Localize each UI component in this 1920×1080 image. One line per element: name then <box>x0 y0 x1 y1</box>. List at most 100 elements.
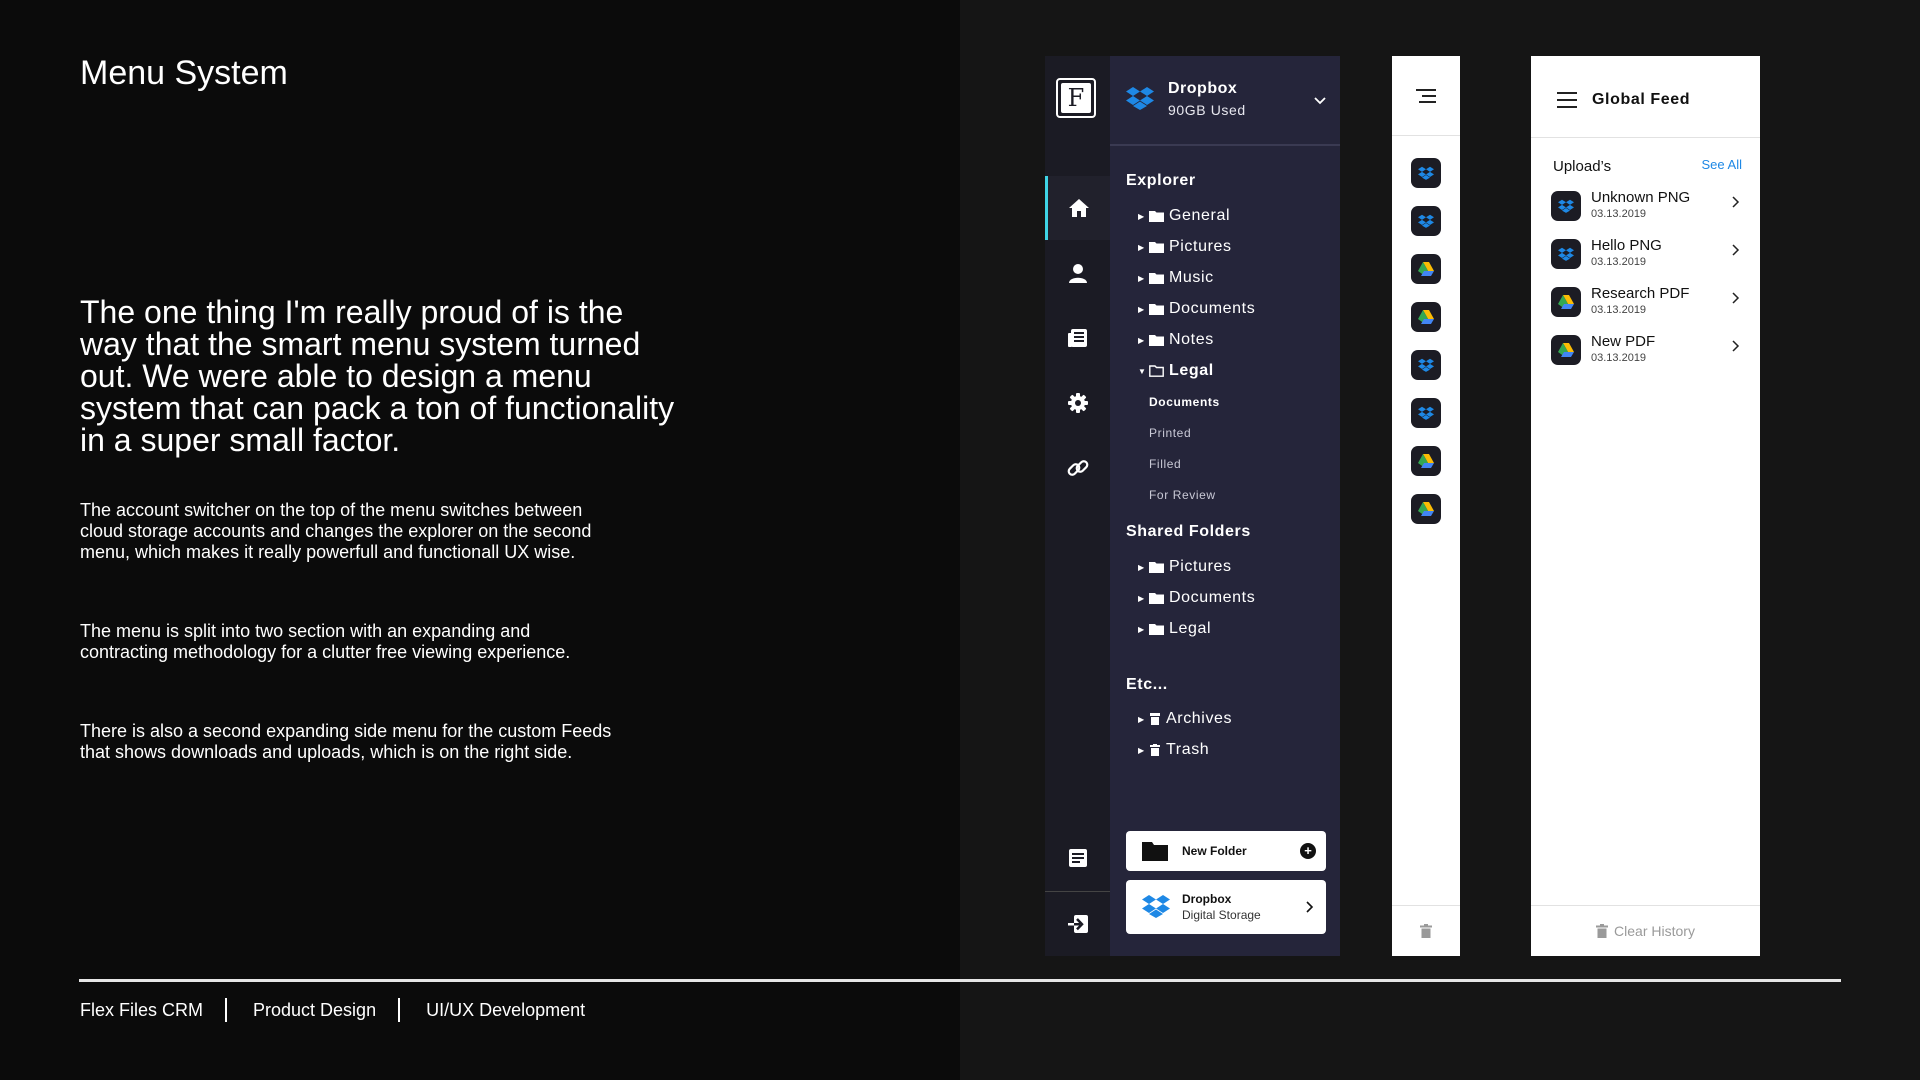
feed-item[interactable]: Hello PNG 03.13.2019 <box>1551 235 1746 275</box>
legal-sub-printed[interactable]: Printed <box>1149 426 1191 440</box>
folder-label: Documents <box>1169 589 1256 606</box>
folder-legal-expanded[interactable]: ▼ Legal <box>1138 362 1214 380</box>
storage-account-button[interactable]: Dropbox Digital Storage <box>1126 880 1326 934</box>
gear-icon[interactable] <box>1045 371 1110 435</box>
folder-icon <box>1149 210 1164 222</box>
trash-icon[interactable] <box>1392 905 1460 956</box>
etc-archives[interactable]: ▶ Archives <box>1138 710 1232 728</box>
folder-icon <box>1142 841 1168 866</box>
paragraph-split-menu: The menu is split into two section with … <box>80 621 571 662</box>
plus-circle-icon: + <box>1300 843 1316 859</box>
hamburger-icon[interactable] <box>1557 92 1577 113</box>
footer-role: UI/UX Development <box>426 999 586 1020</box>
app-logo[interactable]: F <box>1056 78 1096 118</box>
feed-item-name: Hello PNG <box>1591 237 1662 254</box>
trash-icon <box>1596 924 1609 938</box>
clear-history-button[interactable]: Clear History <box>1531 905 1760 956</box>
newspaper-icon[interactable] <box>1045 306 1110 370</box>
notes-icon[interactable] <box>1045 826 1110 890</box>
footer-divider <box>79 979 1841 982</box>
chevron-right-icon <box>1306 900 1314 918</box>
etc-label: Trash <box>1166 741 1210 758</box>
feed-item[interactable]: New PDF 03.13.2019 <box>1551 331 1746 371</box>
drive-app-icon[interactable] <box>1411 494 1441 524</box>
global-feed-menu: Global Feed Upload’s See All Unknown PNG… <box>1531 56 1760 956</box>
feed-item-name: New PDF <box>1591 333 1656 350</box>
link-icon[interactable] <box>1045 436 1110 500</box>
chevron-down-icon[interactable] <box>1314 92 1326 110</box>
folder-label: Notes <box>1169 331 1214 348</box>
folder-open-icon <box>1149 365 1164 377</box>
uploads-label: Upload’s <box>1553 158 1612 175</box>
storage-name: Dropbox <box>1182 892 1232 906</box>
drive-app-icon[interactable] <box>1411 446 1441 476</box>
folder-label: Pictures <box>1169 238 1232 255</box>
trash-icon <box>1149 744 1161 756</box>
storage-desc: Digital Storage <box>1182 908 1261 922</box>
account-usage: 90GB Used <box>1168 102 1246 118</box>
home-icon[interactable] <box>1045 176 1110 240</box>
folder-icon <box>1149 334 1164 346</box>
folder-general[interactable]: ▶ General <box>1138 207 1230 225</box>
section-explorer: Explorer <box>1126 172 1196 189</box>
shared-documents[interactable]: ▶ Documents <box>1138 589 1255 607</box>
feed-toggle[interactable] <box>1392 56 1460 136</box>
paragraph-account-switcher: The account switcher on the top of the m… <box>80 500 592 562</box>
explorer-menu: Dropbox 90GB Used Explorer ▶ General ▶ Pic… <box>1110 56 1340 956</box>
dropbox-app-icon[interactable] <box>1411 206 1441 236</box>
dropbox-app-icon[interactable] <box>1411 350 1441 380</box>
archive-icon <box>1149 713 1161 725</box>
section-etc: Etc... <box>1126 676 1168 693</box>
folder-documents[interactable]: ▶ Documents <box>1138 300 1255 318</box>
folder-label: Legal <box>1169 620 1212 637</box>
legal-sub-for-review[interactable]: For Review <box>1149 488 1216 502</box>
folder-label: General <box>1169 207 1231 224</box>
chevron-right-icon <box>1732 195 1740 213</box>
footer-project: Flex Files CRM <box>80 999 204 1020</box>
drive-app-icon[interactable] <box>1411 302 1441 332</box>
user-icon[interactable] <box>1045 241 1110 305</box>
feed-title: Global Feed <box>1592 91 1691 108</box>
footer-separator <box>398 998 401 1022</box>
feed-item[interactable]: Research PDF 03.13.2019 <box>1551 283 1746 323</box>
paragraph-feeds-menu: There is also a second expanding side me… <box>80 721 612 762</box>
folder-icon <box>1149 272 1164 284</box>
folder-icon <box>1149 592 1164 604</box>
footer-separator <box>225 998 228 1022</box>
footer: Flex Files CRM Product Design UI/UX Deve… <box>80 998 585 1022</box>
folder-music[interactable]: ▶ Music <box>1138 269 1214 287</box>
logout-icon[interactable] <box>1045 892 1110 956</box>
etc-label: Archives <box>1166 710 1233 727</box>
dropbox-app-icon[interactable] <box>1411 398 1441 428</box>
dropbox-app-icon <box>1551 191 1581 221</box>
folder-notes[interactable]: ▶ Notes <box>1138 331 1214 349</box>
folder-icon <box>1149 623 1164 635</box>
legal-sub-documents[interactable]: Documents <box>1149 395 1220 409</box>
dropbox-app-icon[interactable] <box>1411 158 1441 188</box>
menu-lines-icon <box>1416 88 1436 103</box>
folder-label: Legal <box>1169 362 1214 379</box>
new-folder-label: New Folder <box>1182 844 1247 858</box>
shared-pictures[interactable]: ▶ Pictures <box>1138 558 1232 576</box>
drive-app-icon <box>1551 335 1581 365</box>
feed-item[interactable]: Unknown PNG 03.13.2019 <box>1551 187 1746 227</box>
folder-icon <box>1149 561 1164 573</box>
section-shared-folders: Shared Folders <box>1126 523 1251 540</box>
folder-label: Documents <box>1169 300 1256 317</box>
folder-icon <box>1149 303 1164 315</box>
drive-app-icon[interactable] <box>1411 254 1441 284</box>
shared-legal[interactable]: ▶ Legal <box>1138 620 1211 638</box>
chevron-right-icon <box>1732 291 1740 309</box>
etc-trash[interactable]: ▶ Trash <box>1138 741 1209 759</box>
folder-pictures[interactable]: ▶ Pictures <box>1138 238 1232 256</box>
legal-sub-filled[interactable]: Filled <box>1149 457 1181 471</box>
new-folder-button[interactable]: New Folder + <box>1126 831 1326 871</box>
folder-label: Music <box>1169 269 1214 286</box>
feed-item-date: 03.13.2019 <box>1591 256 1647 268</box>
clear-history-label: Clear History <box>1614 923 1695 939</box>
see-all-link[interactable]: See All <box>1702 157 1742 172</box>
description-panel: Menu System The one thing I'm really pro… <box>0 0 960 1080</box>
chevron-right-icon <box>1732 243 1740 261</box>
logo-letter: F <box>1061 83 1091 113</box>
account-switcher[interactable]: Dropbox 90GB Used <box>1110 56 1340 146</box>
